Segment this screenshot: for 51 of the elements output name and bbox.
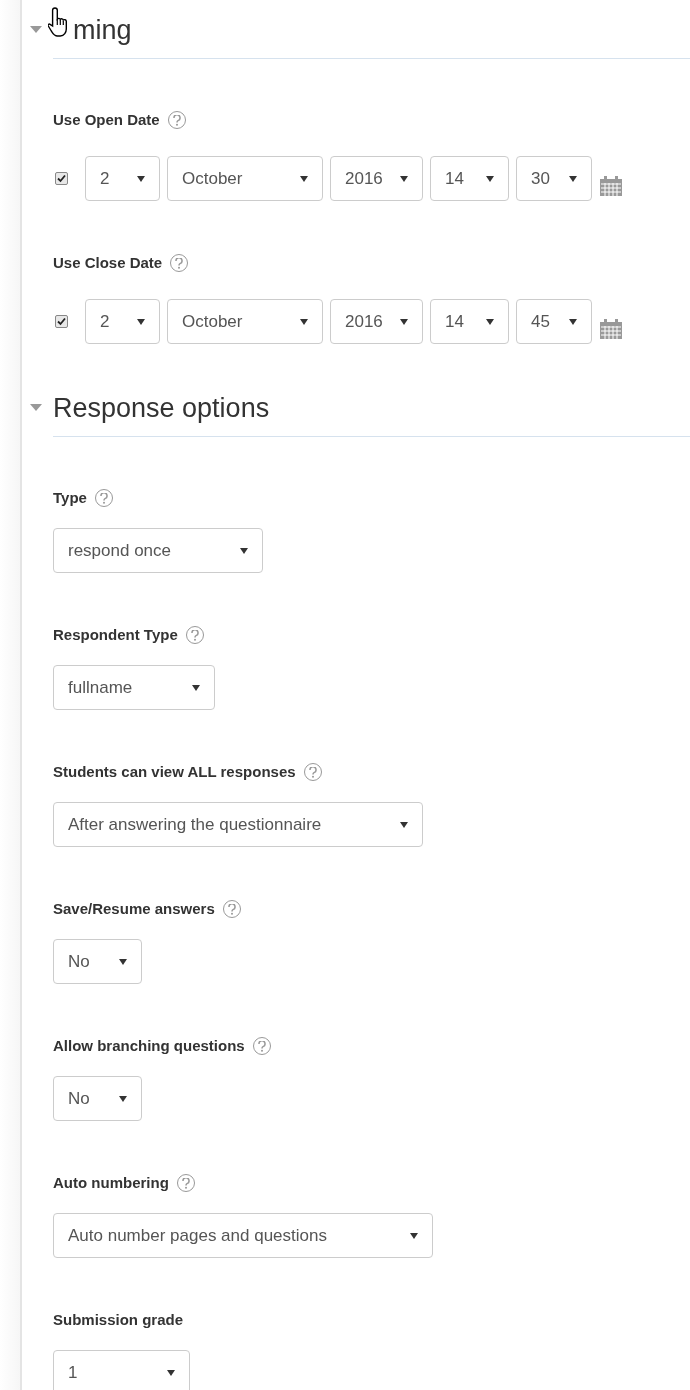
caret-icon <box>119 958 127 965</box>
dropdown[interactable]: Auto number pages and questions <box>53 1213 433 1258</box>
field-label: Use Open Date <box>53 109 160 130</box>
dropdown[interactable]: fullname <box>53 665 215 710</box>
dropdown[interactable]: No <box>53 1076 142 1121</box>
dropdown[interactable]: 45 <box>516 299 592 344</box>
caret-icon <box>137 318 145 325</box>
dropdown[interactable]: No <box>53 939 142 984</box>
caret-icon <box>400 175 408 182</box>
collapse-toggle-icon[interactable] <box>30 404 42 412</box>
dropdown[interactable]: 1 <box>53 1350 190 1390</box>
field-label: Use Close Date <box>53 252 163 273</box>
checkbox[interactable] <box>55 315 68 328</box>
field-label: Respondent Type <box>53 624 178 645</box>
caret-icon <box>119 1095 127 1102</box>
collapse-toggle-icon[interactable] <box>30 26 42 34</box>
dropdown[interactable]: 2016 <box>330 156 423 201</box>
calendar-icon[interactable] <box>600 175 622 196</box>
caret-icon <box>569 175 577 182</box>
field-label: Save/Resume answers <box>53 898 215 919</box>
dropdown[interactable]: 2 <box>85 156 160 201</box>
dropdown[interactable]: 30 <box>516 156 592 201</box>
dropdown[interactable]: 2016 <box>330 299 423 344</box>
field-label: Submission grade <box>53 1309 184 1330</box>
field-label: Students can view ALL responses <box>53 761 296 782</box>
calendar-icon[interactable] <box>600 318 622 339</box>
caret-icon <box>410 1232 418 1239</box>
dropdown[interactable]: respond once <box>53 528 263 573</box>
section-heading[interactable]: ming <box>73 12 132 48</box>
field-label: Type <box>53 487 87 508</box>
caret-icon <box>400 318 408 325</box>
caret-icon <box>192 684 200 691</box>
caret-icon <box>486 318 494 325</box>
field-label: Auto numbering <box>53 1172 169 1193</box>
caret-icon <box>137 175 145 182</box>
field-label: Allow branching questions <box>53 1035 245 1056</box>
dropdown[interactable]: 2 <box>85 299 160 344</box>
caret-icon <box>167 1369 175 1376</box>
caret-icon <box>400 821 408 828</box>
caret-icon <box>569 318 577 325</box>
dropdown[interactable]: 14 <box>430 156 509 201</box>
caret-icon <box>486 175 494 182</box>
caret-icon <box>300 175 308 182</box>
dropdown[interactable]: After answering the questionnaire <box>53 802 423 847</box>
section-heading[interactable]: Response options <box>53 390 270 426</box>
caret-icon <box>300 318 308 325</box>
dropdown[interactable]: 14 <box>430 299 509 344</box>
dropdown[interactable]: October <box>167 299 323 344</box>
dropdown[interactable]: October <box>167 156 323 201</box>
checkbox[interactable] <box>55 172 68 185</box>
caret-icon <box>240 547 248 554</box>
